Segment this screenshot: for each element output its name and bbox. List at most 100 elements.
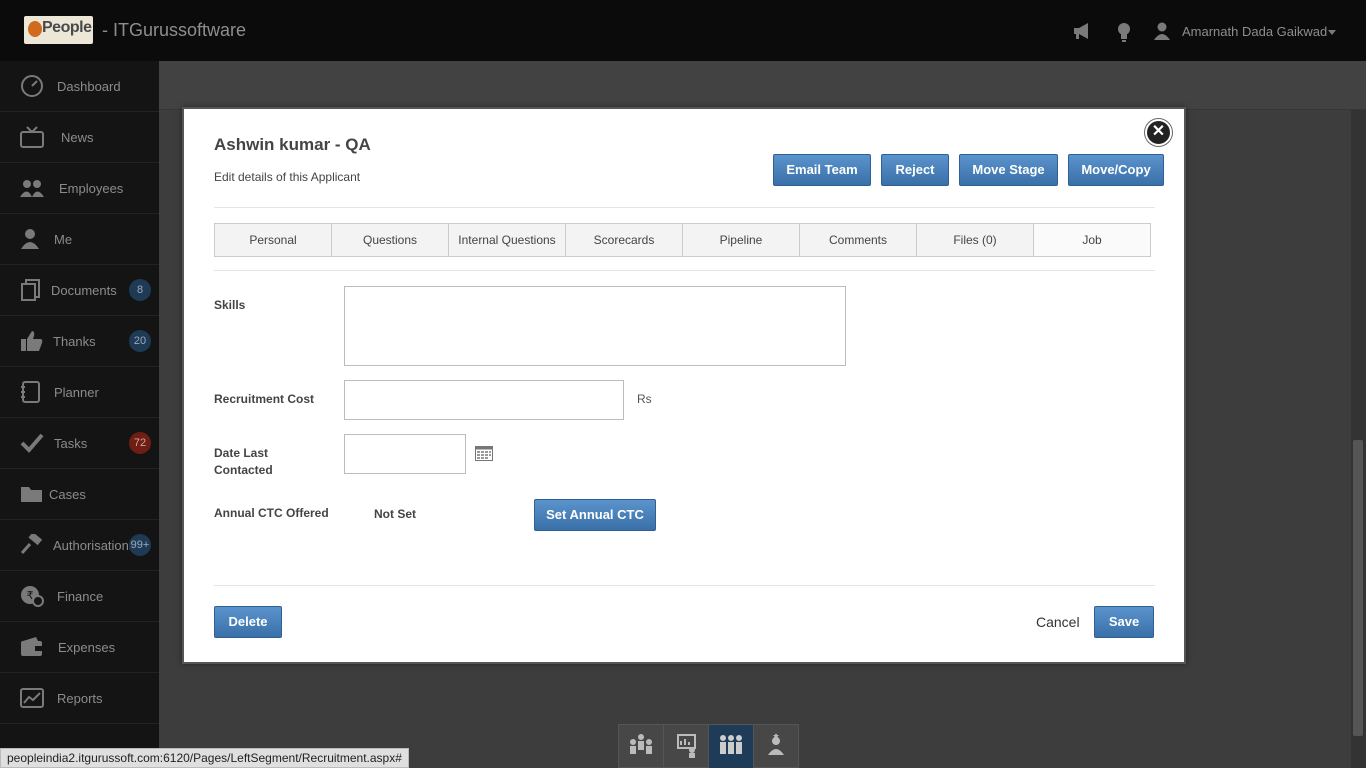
tasks-count-badge: 72 (129, 432, 151, 454)
close-icon: ✕ (1151, 123, 1166, 140)
skills-label: Skills (214, 298, 246, 312)
dashboard-icon (21, 75, 43, 97)
date-last-contacted-label: Date Last Contacted (214, 445, 273, 479)
annual-ctc-value: Not Set (374, 507, 416, 521)
wallet-icon (21, 637, 42, 656)
sidebar-item-tasks[interactable]: Tasks 72 (0, 418, 159, 469)
sidebar: Dashboard News Employees Me Documents 8 … (0, 61, 159, 768)
tab-internal-questions[interactable]: Internal Questions (449, 224, 566, 256)
move-copy-button[interactable]: Move/Copy (1068, 154, 1164, 186)
megaphone-icon[interactable] (1072, 22, 1094, 40)
chart-icon (20, 688, 44, 708)
sidebar-item-thanks[interactable]: Thanks 20 (0, 316, 159, 367)
sidebar-item-me[interactable]: Me (0, 214, 159, 265)
recruitment-cost-label: Recruitment Cost (214, 392, 315, 406)
calendar-icon[interactable] (475, 445, 493, 461)
sidebar-item-label: Me (54, 232, 73, 247)
sidebar-item-label: News (61, 130, 94, 145)
lightbulb-icon[interactable] (1116, 22, 1132, 42)
candidate-view-button[interactable] (754, 725, 799, 768)
tab-job[interactable]: Job (1034, 224, 1150, 256)
people-icon (20, 180, 44, 197)
tab-questions[interactable]: Questions (332, 224, 449, 256)
date-last-contacted-label-line2: Contacted (214, 463, 273, 477)
planner-icon (21, 381, 40, 403)
presentation-icon (677, 734, 696, 758)
group-icon (720, 735, 742, 754)
rupee-icon: ₹ (21, 586, 44, 607)
recruitment-cost-input[interactable] (344, 380, 624, 420)
folder-icon (21, 487, 42, 502)
close-dialog-button[interactable]: ✕ (1145, 119, 1172, 146)
person-star-icon (768, 733, 784, 755)
sidebar-item-finance[interactable]: ₹ Finance (0, 571, 159, 622)
sidebar-item-label: Finance (57, 589, 104, 604)
sidebar-item-label: Thanks (53, 334, 96, 349)
applicant-tabs: Personal Questions Internal Questions Sc… (214, 223, 1151, 257)
dialog-title: Ashwin kumar - QA (214, 135, 371, 154)
sidebar-item-news[interactable]: News (0, 112, 159, 163)
user-icon[interactable] (1153, 22, 1171, 40)
tab-scorecards[interactable]: Scorecards (566, 224, 683, 256)
sidebar-item-expenses[interactable]: Expenses (0, 622, 159, 673)
person-icon (21, 229, 39, 249)
documents-count-badge: 8 (129, 279, 151, 301)
bottom-toolbar (618, 724, 799, 768)
team-view-button[interactable] (619, 725, 664, 768)
logo-mark (28, 21, 42, 37)
reject-button[interactable]: Reject (881, 154, 949, 186)
status-bar-url: peopleindia2.itgurussoft.com:6120/Pages/… (0, 748, 409, 768)
sidebar-item-documents[interactable]: Documents 8 (0, 265, 159, 316)
sidebar-item-label: Employees (59, 181, 124, 196)
sidebar-item-dashboard[interactable]: Dashboard (0, 61, 159, 112)
app-logo[interactable]: People (24, 16, 93, 44)
presentation-view-button[interactable] (664, 725, 709, 768)
divider (214, 270, 1155, 271)
tv-icon (20, 126, 44, 148)
sidebar-item-label: Planner (54, 385, 99, 400)
thumbs-up-icon (21, 331, 43, 351)
sidebar-item-label: Cases (49, 487, 86, 502)
divider (214, 585, 1155, 586)
divider (214, 207, 1155, 208)
date-last-contacted-label-line1: Date Last (214, 446, 269, 460)
tab-personal[interactable]: Personal (215, 224, 332, 256)
logo-text: People (42, 19, 92, 36)
check-icon (20, 433, 44, 453)
save-button[interactable]: Save (1094, 606, 1154, 638)
tab-pipeline[interactable]: Pipeline (683, 224, 800, 256)
user-name[interactable]: Amarnath Dada Gaikwad (1182, 24, 1327, 39)
sidebar-item-label: Documents (51, 283, 117, 298)
team-icon (630, 734, 652, 754)
email-team-button[interactable]: Email Team (773, 154, 871, 186)
sidebar-item-cases[interactable]: Cases (0, 469, 159, 520)
delete-button[interactable]: Delete (214, 606, 282, 638)
sidebar-item-employees[interactable]: Employees (0, 163, 159, 214)
thanks-count-badge: 20 (129, 330, 151, 352)
sidebar-item-label: Dashboard (57, 79, 121, 94)
edit-applicant-dialog (182, 107, 1186, 664)
skills-textarea[interactable] (344, 286, 846, 366)
app-title: - ITGurussoftware (102, 20, 247, 40)
date-last-contacted-input[interactable] (344, 434, 466, 474)
tab-comments[interactable]: Comments (800, 224, 917, 256)
user-menu-chevron-down-icon[interactable] (1328, 30, 1336, 35)
tab-files[interactable]: Files (0) (917, 224, 1034, 256)
annual-ctc-label: Annual CTC Offered (214, 506, 329, 520)
content-header-strip (159, 61, 1366, 110)
sidebar-item-reports[interactable]: Reports (0, 673, 159, 724)
set-annual-ctc-button[interactable]: Set Annual CTC (534, 499, 656, 531)
sidebar-item-label: Tasks (54, 436, 88, 451)
dialog-subtitle: Edit details of this Applicant (214, 170, 361, 184)
currency-unit: Rs (637, 392, 652, 406)
move-stage-button[interactable]: Move Stage (959, 154, 1058, 186)
top-bar: People - ITGurussoftware Amarnath Dada G… (0, 0, 1366, 61)
authorisations-count-badge: 99+ (129, 534, 151, 556)
sidebar-item-authorisations[interactable]: Authorisations 99+ (0, 520, 159, 571)
sidebar-item-label: Authorisations (53, 538, 136, 553)
sidebar-item-label: Expenses (58, 640, 116, 655)
pipeline-view-button[interactable] (709, 725, 754, 768)
scrollbar-thumb[interactable] (1353, 440, 1363, 736)
sidebar-item-planner[interactable]: Planner (0, 367, 159, 418)
cancel-link[interactable]: Cancel (1036, 614, 1080, 630)
